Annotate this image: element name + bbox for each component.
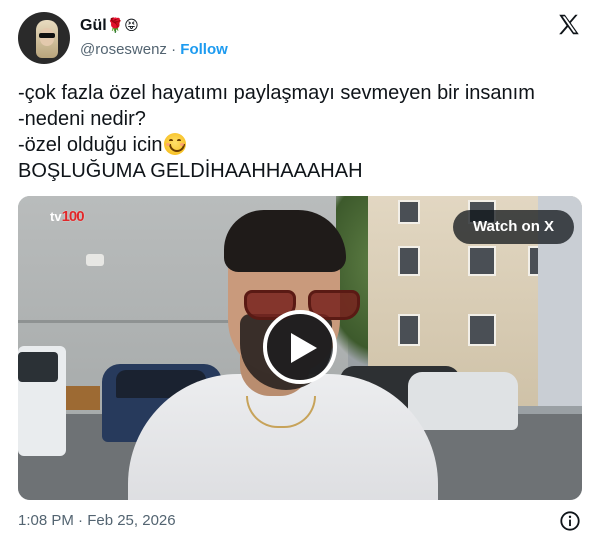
author-name-row[interactable]: Gül🌹😝 [80,17,139,35]
author-handle-row: @roseswenz · Follow [80,41,228,58]
follow-button[interactable]: Follow [180,41,228,58]
author-display-name[interactable]: Gül [80,17,107,34]
play-button[interactable] [263,310,337,384]
post-line-1: -çok fazla özel hayatımı paylaşmayı sevm… [18,82,535,104]
video-scene-planter [60,386,100,410]
video-player[interactable]: tv100 Watch on X [18,196,582,500]
handle-separator: · [171,41,177,58]
post-line-4: BOŞLUĞUMA GELDİHAAHHAAAHAH [18,160,363,182]
post-text: -çok fazla özel hayatımı paylaşmayı sevm… [18,80,535,184]
channel-logo: tv100 [50,208,85,225]
watch-on-x-button[interactable]: Watch on X [453,210,574,244]
channel-logo-prefix: tv [50,209,62,224]
avatar-sunglasses [39,33,55,38]
video-scene-white-car [18,346,66,456]
play-icon [291,333,317,363]
avatar[interactable] [18,12,70,64]
channel-logo-number: 100 [61,208,85,225]
smiling-face-emoji-icon [163,133,186,155]
post-line-3-row: -özel olduğu icin [18,132,535,158]
post-timestamp[interactable]: 1:08 PM · Feb 25, 2026 [18,512,176,529]
author-name-emojis: 🌹😝 [106,18,139,34]
post-line-2: -nedeni nedir? [18,108,146,130]
video-person-hair [224,210,346,272]
video-scene-lamp [86,254,104,266]
video-scene-silver-car [408,372,518,430]
x-logo-icon[interactable] [556,12,582,38]
info-icon[interactable] [559,510,581,532]
author-handle[interactable]: @roseswenz [80,41,167,58]
post-line-3: -özel olduğu icin [18,134,163,156]
